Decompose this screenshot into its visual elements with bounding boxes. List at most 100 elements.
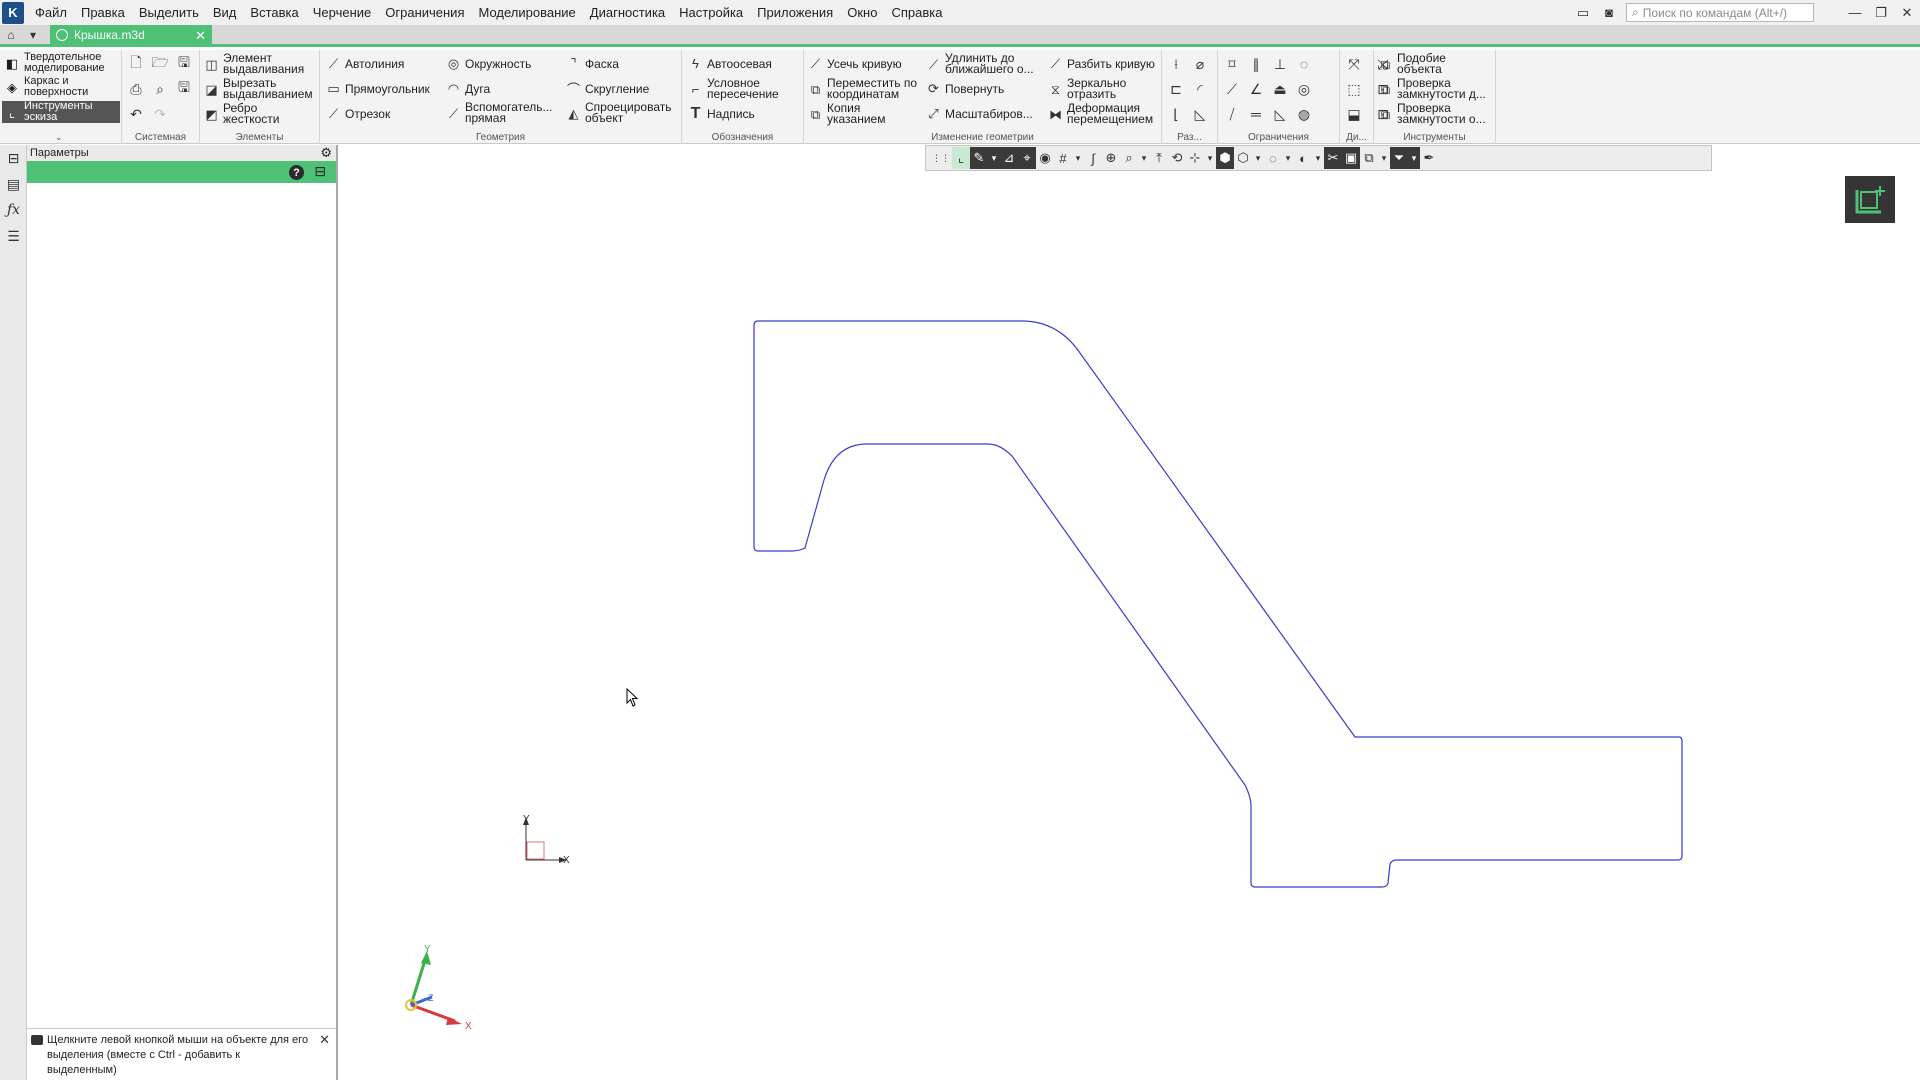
- extrude-button[interactable]: ◫ Элемент выдавливания: [204, 52, 316, 75]
- display-dropdown-chevron-icon[interactable]: ▾: [1252, 147, 1264, 169]
- restore-icon[interactable]: ❐: [1868, 0, 1894, 25]
- measure-icon[interactable]: ✂: [1324, 147, 1342, 169]
- eyedropper-icon[interactable]: ✒: [1420, 147, 1438, 169]
- closure-check-1-button[interactable]: ⧉ Проверка замкнутости д...: [1378, 77, 1491, 100]
- filter-icon[interactable]: ⏷: [1390, 147, 1408, 169]
- auto-dimension-icon[interactable]: ⟊: [1166, 54, 1186, 74]
- zoom-in-icon[interactable]: ⊕: [1102, 147, 1120, 169]
- fillet-button[interactable]: ⌒ Скругление: [566, 81, 649, 98]
- similar-object-button[interactable]: ⧉ Подобие объекта: [1378, 52, 1457, 75]
- fix-point-icon[interactable]: ⌑: [1222, 54, 1242, 74]
- zoom-window-icon[interactable]: ⌕: [1120, 147, 1138, 169]
- circle-button[interactable]: ◎ Окружность: [446, 56, 532, 71]
- hide-icon[interactable]: ◌: [1264, 147, 1282, 169]
- layers-icon[interactable]: ☰: [0, 223, 27, 249]
- split-curve-button[interactable]: ⟋ Разбить кривую: [1048, 56, 1155, 71]
- extend-button[interactable]: ⟋ Удлинить до ближайшего о...: [926, 52, 1041, 75]
- menu-applications[interactable]: Приложения: [750, 0, 840, 25]
- preview-icon[interactable]: ⌕: [150, 79, 170, 99]
- camera-icon[interactable]: ◙: [1596, 0, 1622, 25]
- save-all-icon[interactable]: 🖫: [174, 79, 194, 99]
- menu-select[interactable]: Выделить: [132, 0, 206, 25]
- sketch-contour[interactable]: [753, 320, 1683, 888]
- menu-edit[interactable]: Правка: [74, 0, 132, 25]
- move-by-coords-button[interactable]: ⧉ Переместить по координатам: [808, 77, 921, 100]
- trim-curve-button[interactable]: ⟋ Усечь кривую: [808, 56, 902, 71]
- menu-window[interactable]: Окно: [840, 0, 884, 25]
- section-icon[interactable]: ◐: [1294, 147, 1312, 169]
- wireframe-view-icon[interactable]: ⬡: [1234, 147, 1252, 169]
- open-folder-icon[interactable]: 🗁: [150, 54, 170, 74]
- rotate-view-icon[interactable]: ⟲: [1168, 147, 1186, 169]
- minimize-icon[interactable]: —: [1842, 0, 1868, 25]
- close-icon[interactable]: ✕: [1894, 0, 1920, 25]
- filter-dropdown-chevron-icon[interactable]: ▾: [1408, 147, 1420, 169]
- sketch-mode-toggle-icon[interactable]: ⌞: [952, 147, 970, 169]
- tab-document[interactable]: Крышка.m3d ✕: [50, 25, 212, 44]
- redo-icon[interactable]: ↷: [150, 104, 170, 124]
- scale-button[interactable]: ⤢ Масштабиров...: [926, 106, 1032, 121]
- symmetry-icon[interactable]: ⏏: [1270, 79, 1290, 99]
- project-object-button[interactable]: ◭ Спроецировать объект: [566, 101, 677, 124]
- cut-extrude-button[interactable]: ◪ Вырезать выдавливанием: [204, 77, 316, 100]
- grid-dropdown-chevron-icon[interactable]: ▾: [1072, 147, 1084, 169]
- home-icon[interactable]: ⌂: [0, 25, 22, 44]
- sketch-canvas[interactable]: Y X Y X Z ⋮⋮ ⌞ ✎ ▾ ⊿ ⌖ ◉ # ▾ ∫ ⊕ ⌕ ▾ ⤒ ⟲…: [340, 145, 1920, 1080]
- diag-1-icon[interactable]: ⤧: [1344, 54, 1364, 74]
- rotate-button[interactable]: ⟳ Повернуть: [926, 81, 1004, 96]
- undo-icon[interactable]: ↶: [126, 104, 146, 124]
- menu-settings[interactable]: Настройка: [672, 0, 750, 25]
- menu-help[interactable]: Справка: [884, 0, 949, 25]
- mode-solid-modeling[interactable]: ◧ Твердотельное моделирование: [2, 52, 120, 74]
- app-logo-icon[interactable]: K: [2, 1, 24, 24]
- menu-drawing[interactable]: Черчение: [306, 0, 379, 25]
- mode-sketch-tools[interactable]: ⌞ Инструменты эскиза: [2, 101, 120, 123]
- rib-button[interactable]: ◩ Ребро жесткости: [204, 102, 316, 125]
- diameter-dimension-icon[interactable]: ⌀: [1190, 54, 1210, 74]
- text-label-button[interactable]: T Надпись: [688, 105, 755, 122]
- pen-icon[interactable]: ✎: [970, 147, 988, 169]
- aux-line-button[interactable]: ⟋ Вспомогатель... прямая: [446, 101, 561, 124]
- menu-insert[interactable]: Вставка: [243, 0, 305, 25]
- print-icon[interactable]: ⎙: [126, 79, 146, 99]
- sketch-mode-badge-icon[interactable]: [1845, 176, 1895, 223]
- arc-button[interactable]: ◠ Дуга: [446, 81, 490, 96]
- hint-close-icon[interactable]: ✕: [319, 1032, 330, 1047]
- mode-expand-chevron-icon[interactable]: ⌄: [55, 132, 63, 143]
- autoline-button[interactable]: ⟋ Автолиния: [326, 56, 404, 71]
- grid-icon[interactable]: #: [1054, 147, 1072, 169]
- closure-check-2-button[interactable]: ⧉ Проверка замкнутости о...: [1378, 102, 1491, 125]
- menu-file[interactable]: Файл: [28, 0, 74, 25]
- eye-icon[interactable]: ◉: [1036, 147, 1054, 169]
- layers-dropdown-chevron-icon[interactable]: ▾: [1378, 147, 1390, 169]
- section-dropdown-chevron-icon[interactable]: ▾: [1312, 147, 1324, 169]
- zoom-dropdown-chevron-icon[interactable]: ▾: [1138, 147, 1150, 169]
- new-file-icon[interactable]: 🗋: [126, 54, 146, 74]
- help-icon[interactable]: ?: [289, 165, 304, 180]
- toolbar-grip-icon[interactable]: ⋮⋮: [930, 147, 952, 169]
- mode-wireframe-surfaces[interactable]: ◈ Каркас и поверхности: [2, 76, 120, 98]
- gear-icon[interactable]: ⚙: [320, 145, 332, 161]
- deform-button[interactable]: ⧓ Деформация перемещением: [1048, 102, 1159, 125]
- properties-icon[interactable]: ▤: [0, 171, 27, 197]
- command-search-input[interactable]: ⌕ Поиск по командам (Alt+/): [1626, 3, 1814, 22]
- angle-dimension-icon[interactable]: ⌊: [1166, 104, 1186, 124]
- model-tree-icon[interactable]: ⊟: [0, 145, 27, 171]
- shaded-view-icon[interactable]: ⬢: [1216, 147, 1234, 169]
- diag-2-icon[interactable]: ⬚: [1344, 79, 1364, 99]
- coincidence-icon[interactable]: ◍: [1294, 104, 1314, 124]
- tangent-icon[interactable]: ◌: [1294, 54, 1314, 74]
- sketch-drawing[interactable]: Y X Y X Z: [340, 145, 1920, 1080]
- menu-modeling[interactable]: Моделирование: [472, 0, 583, 25]
- orient-icon[interactable]: ⊿: [1000, 147, 1018, 169]
- tree-view-icon[interactable]: ⊟: [314, 163, 326, 180]
- horizontal-icon[interactable]: ⟋: [1222, 79, 1242, 99]
- auto-axis-button[interactable]: ϟ Автоосевая: [688, 56, 772, 71]
- vertical-icon[interactable]: ◺: [1270, 104, 1290, 124]
- snap-icon[interactable]: ⌖: [1018, 147, 1036, 169]
- rectangle-button[interactable]: ▭ Прямоугольник: [326, 81, 429, 96]
- chamfer-button[interactable]: ⌝ Фаска: [566, 56, 619, 71]
- equal-icon[interactable]: ═: [1246, 104, 1266, 124]
- curve-icon[interactable]: ∫: [1084, 147, 1102, 169]
- hide-dropdown-chevron-icon[interactable]: ▾: [1282, 147, 1294, 169]
